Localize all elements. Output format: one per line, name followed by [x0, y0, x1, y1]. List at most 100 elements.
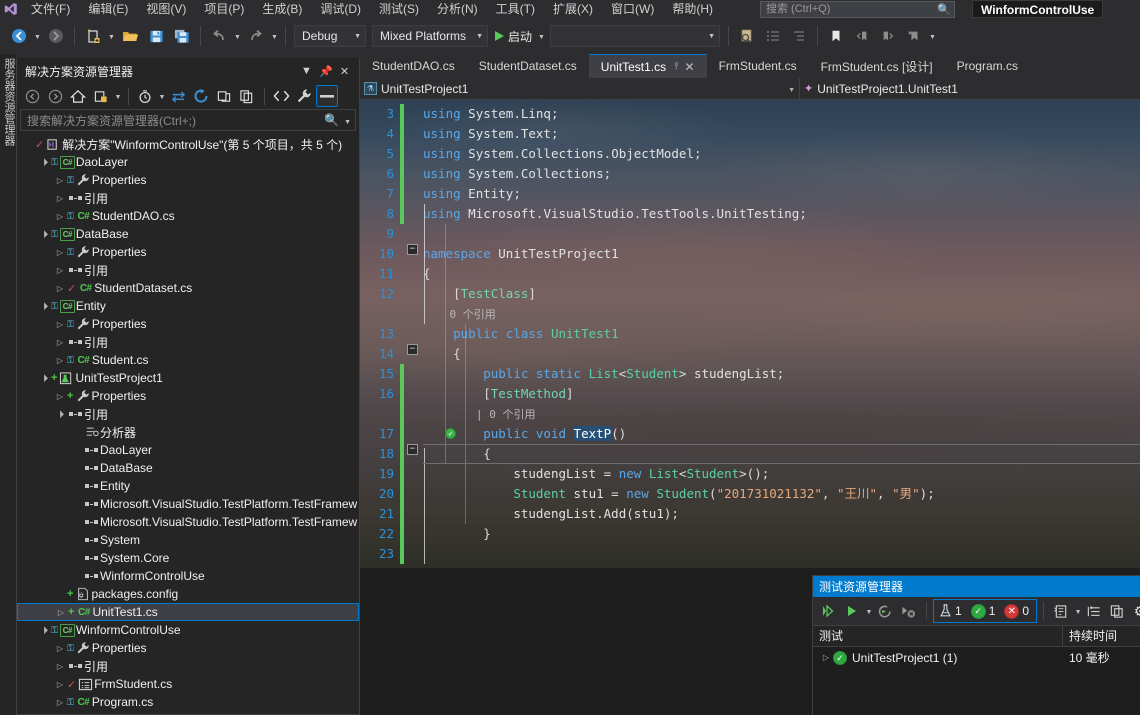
test-column-header-0[interactable]: 测试	[813, 625, 1063, 647]
chevron-right-icon[interactable]: ▷	[54, 608, 68, 617]
counter-passed[interactable]: ✓ 1	[968, 600, 1002, 622]
code-line[interactable]: studengList.Add(stu1);	[423, 504, 1140, 524]
tree-item-29[interactable]: ▷ 引用	[17, 657, 359, 675]
chevron-down-icon[interactable]: ◢	[36, 370, 52, 386]
chevron-right-icon[interactable]: ▷	[53, 662, 67, 671]
indent-list-icon[interactable]	[787, 24, 811, 48]
tree-item-2[interactable]: ▷ ⚿ Properties	[17, 171, 359, 189]
properties-wrench-icon[interactable]	[293, 85, 315, 107]
back-icon[interactable]	[21, 85, 43, 107]
chevron-right-icon[interactable]: ▷	[53, 698, 67, 707]
quick-launch-search-input[interactable]: 搜索 (Ctrl+Q) 🔍	[760, 1, 955, 18]
tree-item-9[interactable]: ◢ ⚿ C# Entity	[17, 297, 359, 315]
tree-item-25[interactable]: + packages.config	[17, 585, 359, 603]
run-selected-tests-icon[interactable]	[841, 600, 863, 622]
menu-item-8[interactable]: 工具(T)	[487, 0, 544, 18]
tree-item-13[interactable]: ◢ + UnitTestProject1	[17, 369, 359, 387]
code-line[interactable]: using System.Text;	[423, 124, 1140, 144]
next-bookmark-icon[interactable]	[876, 24, 900, 48]
find-in-files-icon[interactable]	[735, 24, 759, 48]
tree-item-11[interactable]: ▷ 引用	[17, 333, 359, 351]
redo-icon[interactable]	[244, 24, 268, 48]
codelens-hint[interactable]: | 0 个引用	[423, 404, 1140, 424]
menu-item-1[interactable]: 编辑(E)	[79, 0, 137, 18]
run-dropdown-icon[interactable]: ▼	[864, 600, 874, 622]
code-line[interactable]: [TestMethod]	[423, 384, 1140, 404]
counter-failed[interactable]: ✕ 0	[1001, 600, 1035, 622]
pending-changes-dropdown-icon[interactable]: ▼	[157, 85, 167, 107]
code-lines-container[interactable]: ✓ using System.Linq; using System.Text; us…	[423, 100, 1140, 568]
navbar-member-selector[interactable]: ✦ UnitTestProject1.UnitTest1	[800, 78, 1140, 99]
navigate-backward-dropdown-icon[interactable]: ▼	[32, 24, 43, 48]
chevron-down-icon[interactable]: ◢	[36, 154, 52, 170]
menu-item-9[interactable]: 扩展(X)	[544, 0, 602, 18]
solution-configuration-combo[interactable]: Debug ▼	[294, 25, 366, 47]
chevron-right-icon[interactable]: ▷	[53, 680, 67, 689]
tree-item-3[interactable]: ▷ 引用	[17, 189, 359, 207]
tree-item-17[interactable]: DaoLayer	[17, 441, 359, 459]
navbar-project-selector[interactable]: ⚗ UnitTestProject1 ▼	[360, 78, 800, 99]
save-all-icon[interactable]	[170, 24, 194, 48]
editor-tab-5[interactable]: Program.cs	[944, 54, 1030, 78]
close-tab-icon[interactable]: ✕	[685, 60, 695, 74]
undo-icon[interactable]	[207, 24, 231, 48]
outline-list-icon[interactable]	[761, 24, 785, 48]
tree-item-15[interactable]: ◢ 引用	[17, 405, 359, 423]
redo-dropdown-icon[interactable]: ▼	[269, 24, 280, 48]
view-code-icon[interactable]	[270, 85, 292, 107]
chevron-right-icon[interactable]: ▷	[53, 248, 67, 257]
chevron-right-icon[interactable]: ▷	[53, 356, 67, 365]
fold-toggle-method[interactable]: −	[407, 444, 418, 455]
open-file-icon[interactable]	[118, 24, 142, 48]
tree-item-8[interactable]: ▷ ✓ C# StudentDataset.cs	[17, 279, 359, 297]
tree-item-31[interactable]: ▷ ⚿ C# Program.cs	[17, 693, 359, 711]
chevron-down-icon[interactable]: ◢	[36, 622, 52, 638]
server-explorer-vertical-tab[interactable]: 服务器资源管理器	[0, 54, 16, 715]
menu-item-3[interactable]: 项目(P)	[195, 0, 253, 18]
test-row[interactable]: ▷ ✓ UnitTestProject1 (1) 10 毫秒	[813, 647, 1140, 669]
editor-tab-2[interactable]: UnitTest1.cs ⫯ ✕	[588, 54, 707, 78]
code-line[interactable]: {	[423, 264, 1140, 284]
code-line[interactable]: Student stu1 = new Student("201731021132…	[423, 484, 1140, 504]
fold-toggle-class[interactable]: −	[407, 344, 418, 355]
tree-item-18[interactable]: DataBase	[17, 459, 359, 477]
code-line[interactable]: public void TextP()	[423, 424, 1140, 444]
navigate-forward-icon[interactable]	[44, 24, 68, 48]
editor-tab-4[interactable]: FrmStudent.cs [设计]	[808, 54, 945, 78]
previous-bookmark-icon[interactable]	[850, 24, 874, 48]
tree-item-26[interactable]: ▷ + C# UnitTest1.cs	[17, 603, 359, 621]
code-line[interactable]: public static List<Student> studengList;	[423, 364, 1140, 384]
code-line[interactable]: }	[423, 524, 1140, 544]
chevron-right-icon[interactable]: ▷	[53, 320, 67, 329]
undo-dropdown-icon[interactable]: ▼	[232, 24, 243, 48]
chevron-right-icon[interactable]: ▷	[53, 284, 67, 293]
menu-item-2[interactable]: 视图(V)	[137, 0, 195, 18]
tree-item-14[interactable]: ▷ + Properties	[17, 387, 359, 405]
tree-item-16[interactable]: 分析器	[17, 423, 359, 441]
copy-icon[interactable]	[1106, 600, 1128, 622]
tree-item-10[interactable]: ▷ ⚿ Properties	[17, 315, 359, 333]
solution-explorer-tree[interactable]: ✓ 解决方案"WinformControlUse"(第 5 个项目，共 5 个) ◢…	[17, 133, 359, 714]
forward-icon[interactable]	[44, 85, 66, 107]
menu-item-0[interactable]: 文件(F)	[22, 0, 79, 18]
start-debug-button[interactable]: 启动	[491, 24, 536, 48]
tree-item-22[interactable]: System	[17, 531, 359, 549]
tree-item-1[interactable]: ◢ ⚿ C# DaoLayer	[17, 153, 359, 171]
pending-changes-filter-icon[interactable]	[90, 85, 112, 107]
pending-changes-icon[interactable]	[134, 85, 156, 107]
counter-not-run[interactable]: 1	[935, 600, 968, 622]
tree-item-28[interactable]: ▷ ⚿ Properties	[17, 639, 359, 657]
close-icon[interactable]: ✕	[338, 65, 351, 78]
chevron-right-icon[interactable]: ▷	[53, 176, 67, 185]
tree-item-6[interactable]: ▷ ⚿ Properties	[17, 243, 359, 261]
solution-explorer-search-input[interactable]: 搜索解决方案资源管理器(Ctrl+;) 🔍 ▼	[20, 109, 356, 131]
search-options-chevron-icon[interactable]: ▼	[339, 115, 351, 126]
code-line[interactable]: using Microsoft.VisualStudio.TestTools.U…	[423, 204, 1140, 224]
fold-toggle-namespace[interactable]: −	[407, 244, 418, 255]
chevron-right-icon[interactable]: ▷	[53, 392, 67, 401]
pin-icon[interactable]: 📌	[319, 65, 333, 78]
chevron-down-icon[interactable]: ◢	[52, 406, 68, 422]
group-by-icon[interactable]	[1083, 600, 1105, 622]
refresh-icon[interactable]	[190, 85, 212, 107]
code-line[interactable]: }	[423, 564, 1140, 568]
